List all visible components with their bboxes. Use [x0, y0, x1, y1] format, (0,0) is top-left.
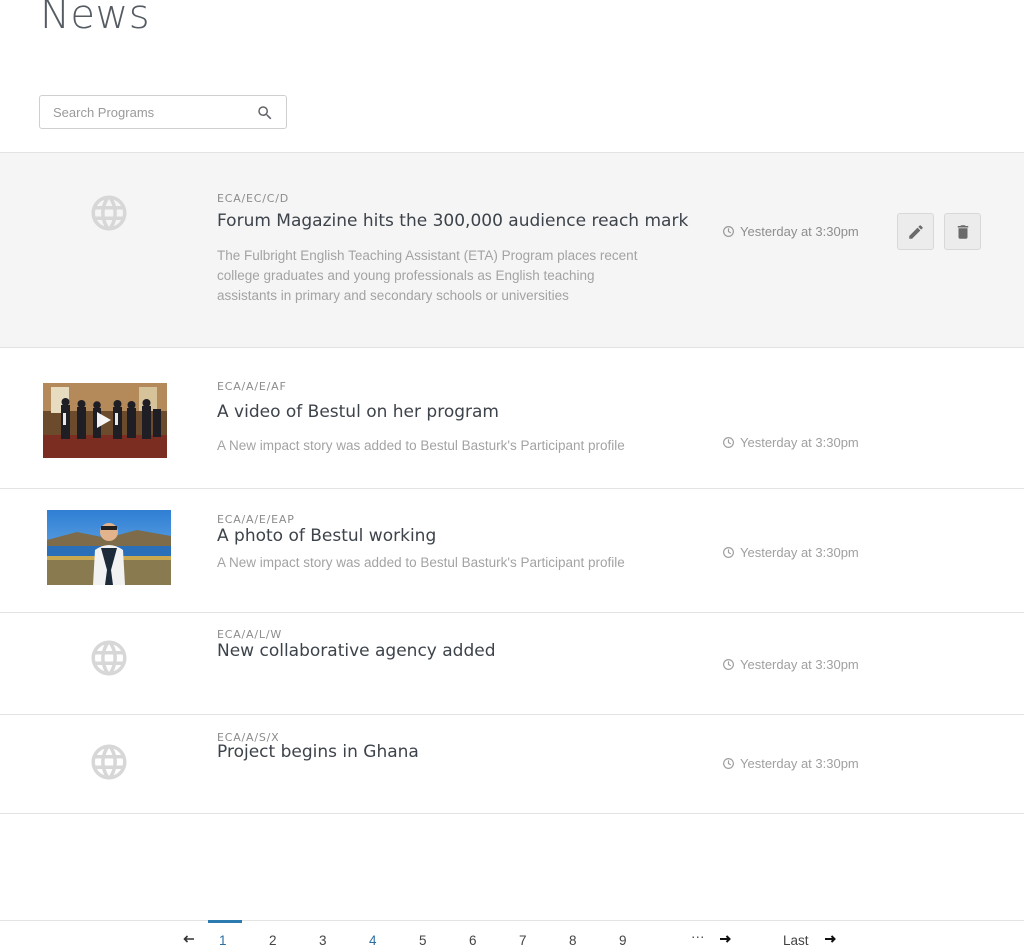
item-description: A New impact story was added to Bestul B…: [217, 555, 625, 570]
arrow-right-icon[interactable]: [719, 935, 731, 943]
item-title[interactable]: A photo of Bestul working: [217, 526, 436, 546]
item-code: ECA/A/L/W: [217, 628, 283, 641]
item-timestamp: Yesterday at 3:30pm: [722, 756, 859, 771]
photo-image: [47, 510, 171, 585]
current-page-indicator: [208, 920, 242, 923]
clock-icon: [723, 758, 734, 769]
news-item[interactable]: ECA/A/E/AF A video of Bestul on her prog…: [0, 348, 1024, 489]
clock-icon: [723, 226, 734, 237]
search-icon[interactable]: [256, 104, 274, 122]
arrow-left-icon[interactable]: [183, 935, 195, 943]
play-icon[interactable]: [93, 410, 113, 430]
clock-icon: [723, 437, 734, 448]
photo-thumbnail[interactable]: [47, 510, 171, 585]
page-6[interactable]: 6: [469, 933, 477, 948]
globe-icon: [91, 744, 127, 780]
item-timestamp: Yesterday at 3:30pm: [722, 224, 859, 239]
globe-icon: [91, 195, 127, 231]
news-item[interactable]: ECA/A/L/W New collaborative agency added…: [0, 613, 1024, 715]
page-title: News: [40, 0, 151, 38]
pencil-icon: [909, 225, 923, 239]
search-box: [39, 95, 287, 129]
item-code: ECA/A/E/EAP: [217, 513, 295, 526]
search-input[interactable]: [40, 96, 263, 128]
timestamp-text: Yesterday at 3:30pm: [740, 435, 859, 450]
pagination: 1 2 3 4 5 6 7 8 9 ··· Last: [0, 920, 1024, 948]
video-thumbnail[interactable]: [43, 383, 167, 458]
timestamp-text: Yesterday at 3:30pm: [740, 545, 859, 560]
item-timestamp: Yesterday at 3:30pm: [722, 545, 859, 560]
clock-icon: [723, 659, 734, 670]
page-9[interactable]: 9: [619, 933, 627, 948]
item-code: ECA/A/E/AF: [217, 380, 287, 393]
news-list: ECA/EC/C/D Forum Magazine hits the 300,0…: [0, 152, 1024, 814]
arrow-right-icon[interactable]: [824, 935, 836, 943]
item-title[interactable]: New collaborative agency added: [217, 641, 496, 661]
timestamp-text: Yesterday at 3:30pm: [740, 657, 859, 672]
item-title[interactable]: Project begins in Ghana: [217, 742, 419, 762]
news-item[interactable]: ECA/A/E/EAP A photo of Bestul working A …: [0, 489, 1024, 613]
page-8[interactable]: 8: [569, 933, 577, 948]
page-4[interactable]: 4: [369, 933, 377, 948]
ellipsis[interactable]: ···: [691, 929, 705, 944]
edit-button[interactable]: [897, 213, 934, 250]
page-3[interactable]: 3: [319, 933, 327, 948]
news-item[interactable]: ECA/EC/C/D Forum Magazine hits the 300,0…: [0, 153, 1024, 348]
page-1[interactable]: 1: [219, 933, 227, 948]
page-7[interactable]: 7: [519, 933, 527, 948]
timestamp-text: Yesterday at 3:30pm: [740, 224, 859, 239]
item-timestamp: Yesterday at 3:30pm: [722, 657, 859, 672]
item-title[interactable]: Forum Magazine hits the 300,000 audience…: [217, 211, 688, 231]
last-page-link[interactable]: Last: [783, 933, 809, 948]
page-5[interactable]: 5: [419, 933, 427, 948]
delete-button[interactable]: [944, 213, 981, 250]
clock-icon: [723, 547, 734, 558]
trash-icon: [957, 225, 969, 239]
timestamp-text: Yesterday at 3:30pm: [740, 756, 859, 771]
item-timestamp: Yesterday at 3:30pm: [722, 435, 859, 450]
item-description: The Fulbright English Teaching Assistant…: [217, 248, 638, 303]
item-code: ECA/EC/C/D: [217, 192, 290, 205]
news-item[interactable]: ECA/A/S/X Project begins in Ghana Yester…: [0, 715, 1024, 814]
item-title[interactable]: A video of Bestul on her program: [217, 402, 499, 422]
globe-icon: [91, 640, 127, 676]
page-2[interactable]: 2: [269, 933, 277, 948]
item-description: A New impact story was added to Bestul B…: [217, 438, 625, 453]
